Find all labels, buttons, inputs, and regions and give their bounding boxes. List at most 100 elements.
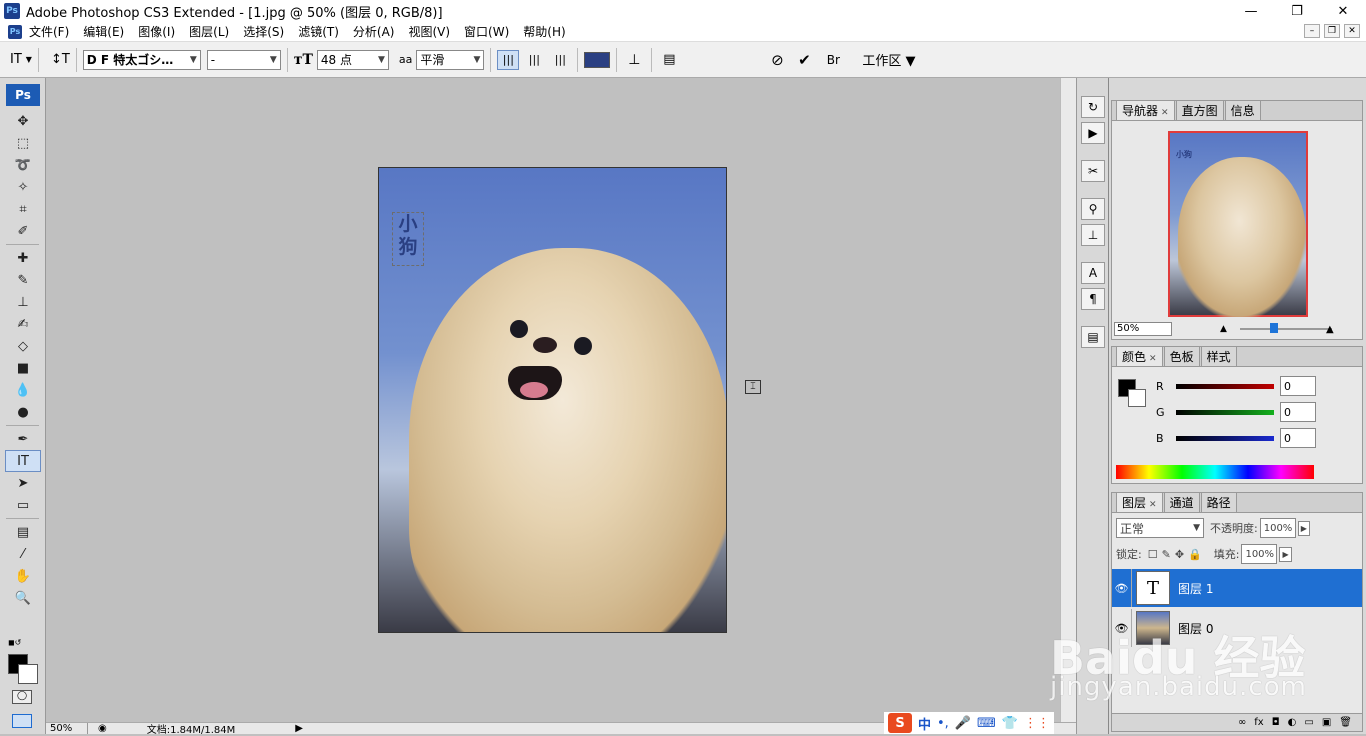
eraser-tool-icon[interactable]: ◇ [5,335,41,357]
tab-channels[interactable]: 通道 [1163,492,1200,512]
screen-mode-icon[interactable] [12,714,32,728]
tool-preset-picker[interactable]: IT ▼ [10,48,32,72]
delete-layer-icon[interactable]: 🗑 [1339,717,1352,728]
navigator-zoom-field[interactable]: 50% [1114,322,1172,336]
fill-input[interactable]: 100% [1241,544,1278,564]
align-right-button[interactable]: ||| [549,50,571,70]
menu-select[interactable]: 选择(S) [236,23,291,40]
lasso-tool-icon[interactable]: ➰ [5,154,41,176]
document-canvas[interactable] [378,167,727,633]
history-panel-icon[interactable]: ↻ [1081,96,1105,118]
restore-button[interactable]: ❐ [1274,0,1320,22]
zoom-slider-thumb[interactable] [1270,323,1278,333]
antialias-select[interactable]: 平滑 ▼ [416,49,485,70]
paragraph-panel-icon[interactable]: ¶ [1081,288,1105,310]
text-orientation-toggle[interactable]: ↕T [51,48,70,72]
menu-filter[interactable]: 滤镜(T) [291,23,346,40]
layer-1-name[interactable]: 图层 1 [1178,580,1213,597]
layer-comps-icon[interactable]: ▤ [1081,326,1105,348]
opacity-input[interactable]: 100% [1259,518,1296,538]
doc-minimize-button[interactable]: – [1304,24,1320,38]
menu-view[interactable]: 视图(V) [401,23,457,40]
text-color-swatch[interactable] [584,51,611,68]
ime-mic-icon[interactable]: 🎤 [955,716,971,731]
channel-r-slider[interactable] [1176,383,1274,389]
menu-analysis[interactable]: 分析(A) [346,23,402,40]
color-bg-swatch[interactable] [1128,389,1146,407]
status-menu-icon[interactable]: ◉ [98,723,107,734]
menu-file[interactable]: 文件(F) [22,23,76,40]
character-panel-icon[interactable]: A [1081,262,1105,284]
tab-layers[interactable]: 图层 ✕ [1116,492,1163,512]
ime-chinese-toggle[interactable]: 中 [918,714,931,733]
ime-menu-icon[interactable]: ⋮⋮ [1024,716,1050,731]
link-layers-icon[interactable]: ∞ [1238,717,1246,728]
brush-tool-icon[interactable]: ✎ [5,269,41,291]
channel-g-slider[interactable] [1176,409,1274,415]
crop-tool-icon[interactable]: ⌗ [5,198,41,220]
tab-swatches[interactable]: 色板 [1163,346,1200,366]
close-button[interactable]: ✕ [1320,0,1366,22]
default-colors-icon[interactable]: ◼↺ [8,638,21,648]
fill-arrow-icon[interactable]: ▶ [1279,546,1292,562]
font-style-select[interactable]: - ▼ [206,49,281,70]
history-brush-tool-icon[interactable]: ✍ [5,313,41,335]
tab-color[interactable]: 颜色 ✕ [1116,346,1163,366]
ime-logo-icon[interactable]: S [888,713,912,733]
magic-wand-tool-icon[interactable]: ✧ [5,176,41,198]
doc-restore-button[interactable]: ❐ [1324,24,1340,38]
ime-keyboard-icon[interactable]: ⌨ [977,716,996,731]
shape-tool-icon[interactable]: ▭ [5,494,41,516]
layer-row-1[interactable]: 👁 T 图层 1 [1112,569,1362,607]
commit-edits-icon[interactable]: ✔ [792,51,816,69]
tool-presets-icon[interactable]: ✂ [1081,160,1105,182]
path-selection-tool-icon[interactable]: ➤ [5,472,41,494]
zoom-in-icon[interactable]: ▲ [1326,324,1334,335]
workspace-menu[interactable]: 工作区 ▼ [862,50,915,69]
menu-edit[interactable]: 编辑(E) [76,23,131,40]
menu-window[interactable]: 窗口(W) [457,23,516,40]
menu-layer[interactable]: 图层(L) [182,23,236,40]
healing-brush-tool-icon[interactable]: ✚ [5,247,41,269]
blur-tool-icon[interactable]: 💧 [5,379,41,401]
tab-histogram[interactable]: 直方图 [1175,100,1224,120]
tab-navigator[interactable]: 导航器 ✕ [1116,100,1175,120]
menu-help[interactable]: 帮助(H) [516,23,572,40]
marquee-tool-icon[interactable]: ⬚ [5,132,41,154]
lock-position-icon[interactable]: ✥ [1175,548,1184,561]
doc-close-button[interactable]: ✕ [1344,24,1360,38]
status-arrow-icon[interactable]: ▶ [295,723,303,734]
gradient-tool-icon[interactable]: ■ [5,357,41,379]
channel-r-input[interactable]: 0 [1280,376,1316,396]
cancel-edits-icon[interactable]: ⊘ [766,51,788,69]
zoom-tool-icon[interactable]: 🔍 [5,587,41,609]
font-size-select[interactable]: 48 点 ▼ [316,49,389,70]
clone-stamp-tool-icon[interactable]: ⊥ [5,291,41,313]
navigator-zoom-slider[interactable] [1240,323,1332,333]
adjustment-layer-icon[interactable]: ◐ [1288,717,1297,728]
lock-image-icon[interactable]: ✎ [1162,548,1171,561]
layer-mask-icon[interactable]: ◘ [1272,717,1280,728]
layer-style-icon[interactable]: fx [1254,717,1263,728]
pen-tool-icon[interactable]: ✒ [5,428,41,450]
clone-source-icon[interactable]: ⊥ [1081,224,1105,246]
new-layer-icon[interactable]: ▣ [1322,717,1331,728]
channel-b-input[interactable]: 0 [1280,428,1316,448]
ime-punct-icon[interactable]: •, [937,716,949,731]
type-tool-icon[interactable]: IT [5,450,41,472]
brushes-panel-icon[interactable]: ⚲ [1081,198,1105,220]
slice-tool-icon[interactable]: ✐ [5,220,41,242]
notes-tool-icon[interactable]: ▤ [5,521,41,543]
ime-skin-icon[interactable]: 👕 [1002,716,1018,731]
warp-text-icon[interactable]: ⊥ [623,52,645,68]
navigator-thumbnail[interactable]: 小狗 [1168,131,1308,317]
menu-image[interactable]: 图像(I) [131,23,182,40]
align-left-button[interactable]: ||| [497,49,520,70]
opacity-arrow-icon[interactable]: ▶ [1297,520,1310,536]
color-spectrum[interactable] [1116,465,1314,479]
zoom-out-icon[interactable]: ▲ [1220,324,1227,334]
quick-mask-icon[interactable]: ◯ [12,690,32,704]
dodge-tool-icon[interactable]: ● [5,401,41,423]
layer-1-visibility-icon[interactable]: 👁 [1112,569,1132,607]
channel-b-slider[interactable] [1176,435,1274,441]
